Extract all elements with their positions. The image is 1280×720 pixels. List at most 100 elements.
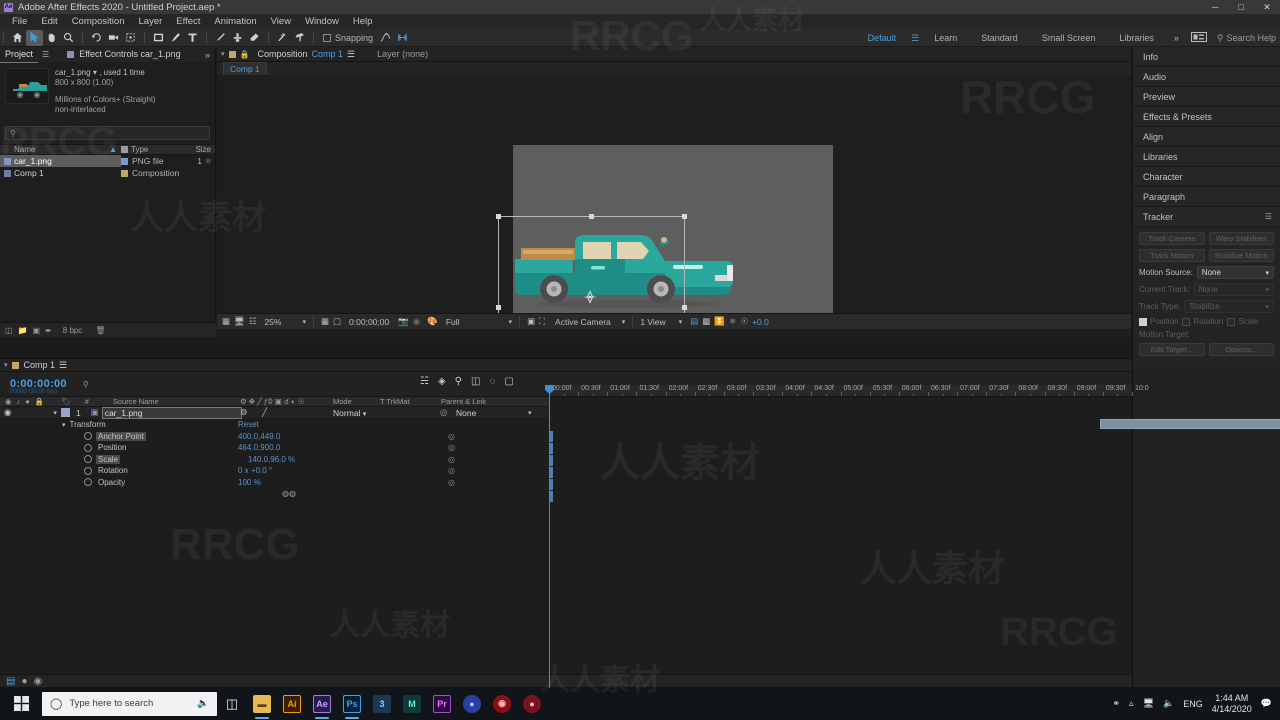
selection-handle-top-left[interactable]	[496, 214, 501, 219]
project-item-row[interactable]: car_1.png PNG file 1 ⚛	[0, 155, 215, 167]
track-camera-button[interactable]: Track Camera	[1139, 232, 1205, 245]
layer-video-toggle-icon[interactable]: ◉	[0, 407, 11, 418]
column-size[interactable]: Size	[189, 145, 215, 154]
keyframe-navigator-icon[interactable]: ◎	[448, 432, 455, 441]
file-explorer-icon[interactable]: ▬	[247, 687, 277, 720]
chevron-down-icon[interactable]: ▾	[509, 318, 513, 326]
layer-parent-pickwhip-icon[interactable]: ◎	[440, 407, 447, 418]
frame-blending-icon[interactable]: ◫	[471, 376, 480, 387]
column-parent-link[interactable]: Parent & Link	[441, 397, 486, 406]
layer-duration-bar[interactable]	[1100, 419, 1280, 429]
fast-previews-icon[interactable]: ▩	[702, 316, 710, 327]
asset-dropdown-icon[interactable]: ▾	[93, 68, 97, 77]
show-snapshot-icon[interactable]: ◉	[413, 316, 420, 327]
toggle-switches-modes-icon[interactable]: ◍◍	[282, 489, 296, 498]
keyframe-marker[interactable]	[550, 443, 553, 454]
after-effects-icon[interactable]: Ae	[307, 687, 337, 720]
selection-handle-mid-right[interactable]	[682, 305, 687, 310]
rotation-tool-icon[interactable]	[88, 30, 105, 46]
current-time-indicator[interactable]	[545, 385, 554, 688]
camera-control[interactable]: Active Camera ▾	[555, 317, 625, 327]
keyframe-marker[interactable]	[550, 455, 553, 466]
composition-panel-menu-icon[interactable]: ☰	[347, 47, 355, 62]
menu-composition[interactable]: Composition	[65, 14, 132, 29]
channel-select-icon[interactable]: 🎨	[427, 316, 438, 327]
workspace-standard[interactable]: Standard	[969, 29, 1030, 47]
layer-switch-shy-icon[interactable]: ╱	[262, 407, 267, 418]
menu-view[interactable]: View	[264, 14, 298, 29]
timeline-jump-icon[interactable]: ⏬	[714, 316, 725, 327]
show-hidden-icons-icon[interactable]: ▵	[1129, 698, 1134, 709]
column-trkmat[interactable]: T TrkMat	[380, 397, 409, 406]
chevron-down-icon[interactable]: ▾	[302, 318, 306, 326]
taskbar-search-input[interactable]: ◯ Type here to search 🔈	[42, 691, 217, 716]
breadcrumb-comp1[interactable]: Comp 1	[223, 61, 267, 76]
toggle-mask-icon[interactable]: ▣	[527, 316, 535, 327]
comp-flowchart-icon[interactable]: ⚛	[729, 316, 737, 327]
tab-collapse-icon[interactable]: ▾	[0, 361, 12, 369]
selection-handle-top-right[interactable]	[682, 214, 687, 219]
transform-reset-link[interactable]: Reset	[238, 420, 259, 429]
new-folder-icon[interactable]: 📁	[18, 326, 28, 335]
cinema4d-icon[interactable]: 3	[367, 687, 397, 720]
shape-tool-icon[interactable]	[150, 30, 167, 46]
region-of-interest-icon[interactable]: ☷	[249, 316, 257, 327]
hand-tool-icon[interactable]	[43, 30, 60, 46]
stopwatch-icon[interactable]	[84, 478, 92, 487]
share-icon[interactable]: ⚭	[1112, 698, 1120, 709]
hide-shy-layers-icon[interactable]: ⚲	[455, 376, 462, 387]
composition-mini-flowchart-icon[interactable]: ☵	[420, 376, 429, 387]
composition-viewer[interactable]: ▦ 🖥 ☷ 25% ▾ ▦ ▢ 0:00;00;00 📷 ◉ 🎨 Full ▾	[217, 75, 1131, 329]
layer-label-swatch[interactable]	[60, 408, 70, 417]
layer-switch-av-icon[interactable]: ⚙	[240, 407, 248, 418]
task-view-icon[interactable]: ◫	[217, 687, 247, 720]
stopwatch-icon[interactable]	[84, 455, 92, 464]
column-name[interactable]: Name	[0, 145, 109, 154]
toggle-switches-icon[interactable]: ▤	[6, 676, 15, 687]
start-button[interactable]	[0, 687, 42, 720]
snapping-checkbox[interactable]	[323, 33, 331, 42]
clone-stamp-tool-icon[interactable]	[229, 30, 246, 46]
project-search-input[interactable]: ⚲	[5, 126, 210, 140]
close-button[interactable]: ✕	[1254, 0, 1280, 14]
menu-animation[interactable]: Animation	[207, 14, 263, 29]
project-tabs-overflow-icon[interactable]: »	[205, 50, 215, 60]
tab-layer[interactable]: Layer (none)	[359, 49, 428, 59]
media-encoder-icon[interactable]: M	[397, 687, 427, 720]
premiere-icon[interactable]: Pr	[427, 687, 457, 720]
photoshop-icon[interactable]: Ps	[337, 687, 367, 720]
warp-stabilizer-button[interactable]: Warp Stabilizer	[1208, 232, 1274, 245]
anchor-point-icon[interactable]	[583, 290, 597, 304]
tab-timeline-comp1[interactable]: Comp 1 ☰	[19, 359, 73, 372]
resolution-control[interactable]: Full ▾	[446, 317, 512, 327]
stabilize-motion-button[interactable]: Stabilize Motion	[1208, 249, 1274, 262]
browser-icon[interactable]: ●	[457, 687, 487, 720]
notifications-icon[interactable]: 💬	[1261, 698, 1272, 709]
preview-time-icon[interactable]: ⛶	[539, 316, 545, 327]
roto-brush-tool-icon[interactable]	[274, 30, 291, 46]
selection-handle-top-center[interactable]	[589, 214, 594, 219]
interpret-footage-icon[interactable]: ➨	[45, 326, 52, 335]
graph-editor-icon[interactable]: ▢	[504, 376, 513, 387]
keyframe-marker[interactable]	[550, 431, 553, 442]
sidebar-panel-tracker[interactable]: Tracker ☰	[1133, 207, 1280, 227]
motion-source-select[interactable]: None ▾	[1196, 266, 1274, 279]
workspace-small-screen[interactable]: Small Screen	[1030, 29, 1108, 47]
sidebar-panel-align[interactable]: Align	[1133, 127, 1280, 147]
sidebar-panel-character[interactable]: Character	[1133, 167, 1280, 187]
snapshot-icon[interactable]: 📷	[398, 316, 409, 327]
layer-expand-icon[interactable]: ▾	[53, 409, 57, 417]
timeline-graph-area[interactable]	[549, 397, 1280, 688]
stopwatch-icon[interactable]	[84, 432, 92, 441]
sidebar-panel-audio[interactable]: Audio	[1133, 67, 1280, 87]
new-comp-icon[interactable]: ◫	[5, 326, 13, 335]
pixel-aspect-icon[interactable]: ▤	[690, 316, 698, 327]
keyframe-navigator-icon[interactable]: ◎	[448, 466, 455, 475]
tab-collapse-icon[interactable]: ▾	[217, 50, 229, 58]
workspace-menu-icon[interactable]: ☰	[908, 33, 922, 44]
project-settings-icon[interactable]: ▣	[33, 326, 41, 335]
sidebar-panel-preview[interactable]: Preview	[1133, 87, 1280, 107]
timeline-zoom-out-icon[interactable]: ●	[21, 676, 27, 687]
property-value[interactable]: 100 %	[238, 478, 261, 487]
toggle-viewer-icon[interactable]: 🖥	[234, 316, 245, 327]
